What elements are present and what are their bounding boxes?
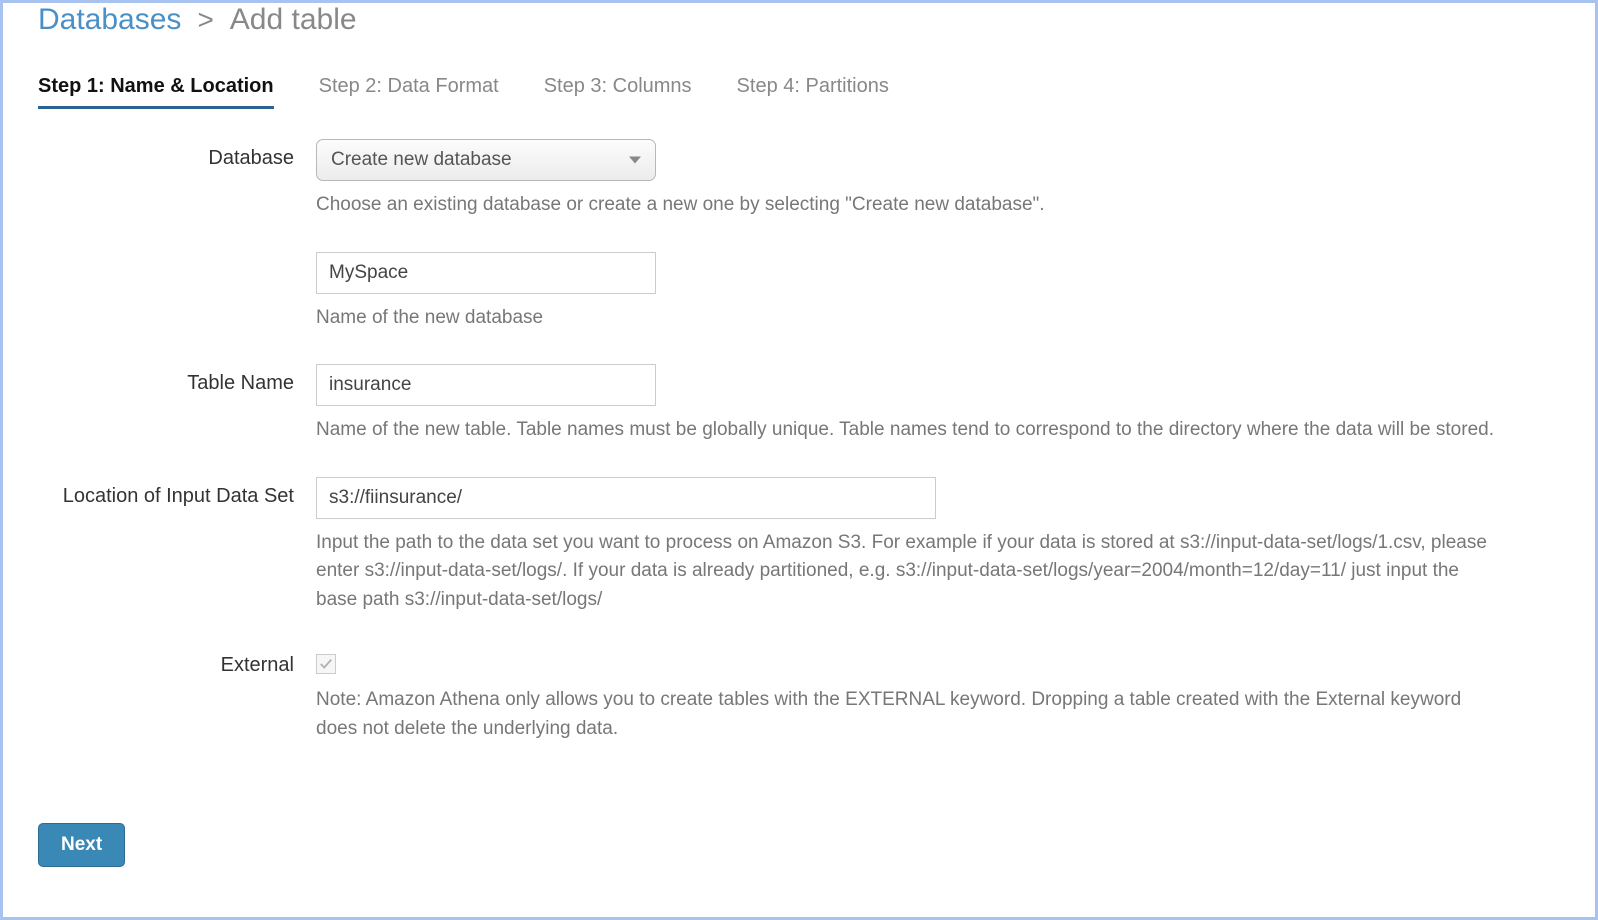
chevron-down-icon <box>629 157 641 164</box>
new-database-name-help: Name of the new database <box>316 304 1496 333</box>
table-name-help: Name of the new table. Table names must … <box>316 416 1496 445</box>
location-label: Location of Input Data Set <box>38 477 316 508</box>
table-name-label: Table Name <box>38 364 316 395</box>
new-database-name-input[interactable] <box>316 252 656 294</box>
database-select-value: Create new database <box>331 149 512 170</box>
location-help: Input the path to the data set you want … <box>316 529 1496 615</box>
table-name-input[interactable] <box>316 364 656 406</box>
database-help: Choose an existing database or create a … <box>316 191 1496 220</box>
tab-step-1[interactable]: Step 1: Name & Location <box>38 67 274 109</box>
tab-step-4[interactable]: Step 4: Partitions <box>737 67 889 109</box>
database-label: Database <box>38 139 316 170</box>
wizard-tabs: Step 1: Name & Location Step 2: Data For… <box>38 67 1560 109</box>
next-button[interactable]: Next <box>38 823 125 867</box>
breadcrumb-sep: > <box>197 4 213 36</box>
external-label: External <box>38 646 316 677</box>
external-checkbox[interactable] <box>316 654 336 674</box>
location-input[interactable] <box>316 477 936 519</box>
add-table-form: Database Create new database Choose an e… <box>38 139 1560 743</box>
breadcrumb: Databases > Add table <box>38 3 1560 37</box>
tab-step-2[interactable]: Step 2: Data Format <box>319 67 499 109</box>
breadcrumb-link-databases[interactable]: Databases <box>38 3 181 37</box>
database-select[interactable]: Create new database <box>316 139 656 181</box>
breadcrumb-current: Add table <box>230 3 357 37</box>
check-icon <box>319 657 333 671</box>
external-help: Note: Amazon Athena only allows you to c… <box>316 686 1496 743</box>
tab-step-3[interactable]: Step 3: Columns <box>544 67 692 109</box>
